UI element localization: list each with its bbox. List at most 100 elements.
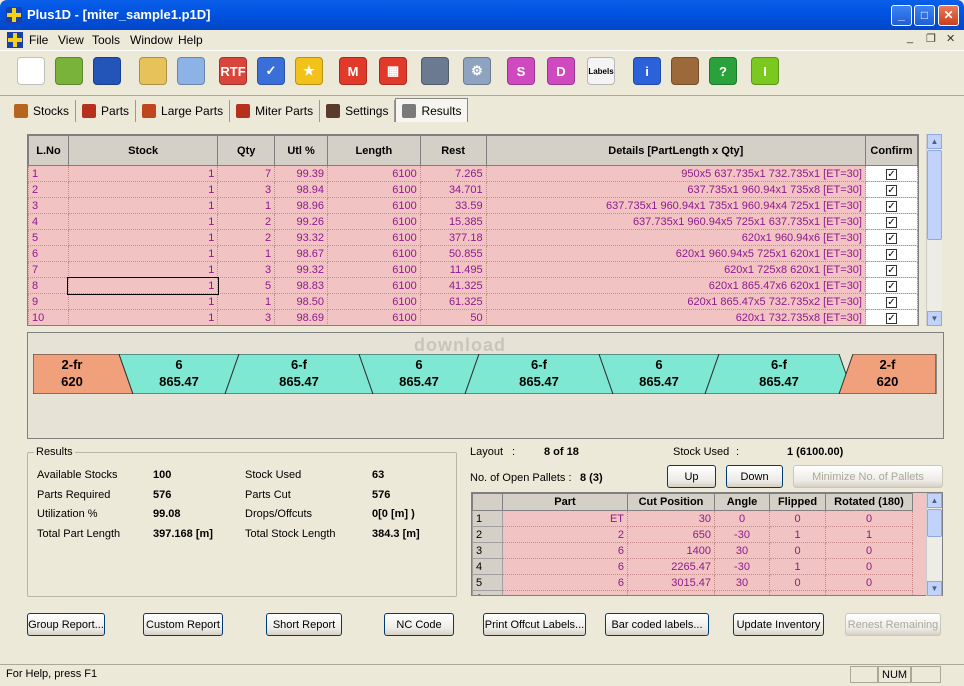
- column-header[interactable]: [472, 493, 503, 511]
- table-cell[interactable]: -30: [714, 526, 770, 543]
- table-cell[interactable]: 1: [217, 293, 276, 310]
- table-cell[interactable]: 377.18: [419, 229, 487, 246]
- miter-m-button[interactable]: M: [336, 53, 370, 89]
- menu-file[interactable]: File: [29, 33, 48, 47]
- group-report-button[interactable]: Group Report...: [27, 613, 105, 636]
- table-cell[interactable]: 1: [67, 181, 219, 198]
- tab-parts[interactable]: Parts: [76, 100, 137, 122]
- film-button[interactable]: [668, 53, 702, 89]
- column-header[interactable]: Cut Position: [627, 493, 715, 511]
- table-cell[interactable]: 6: [472, 590, 503, 595]
- table-cell[interactable]: 1: [67, 309, 219, 325]
- table-row[interactable]: 5 6 3015.47 30 0 0: [472, 574, 913, 591]
- column-header[interactable]: Angle: [714, 493, 770, 511]
- confirm-checkbox[interactable]: ✓: [885, 264, 897, 276]
- table-cell[interactable]: 1: [769, 526, 826, 543]
- table-cell[interactable]: 99.32: [274, 261, 329, 278]
- confirm-cell[interactable]: ✓: [864, 277, 918, 294]
- confirm-checkbox[interactable]: ✓: [885, 312, 897, 324]
- scroll-up-icon[interactable]: ▲: [927, 493, 942, 508]
- confirm-checkbox[interactable]: ✓: [885, 248, 897, 260]
- table-cell[interactable]: 7.265: [419, 165, 487, 182]
- confirm-checkbox[interactable]: ✓: [885, 296, 897, 308]
- table-cell[interactable]: 98.94: [274, 181, 329, 198]
- table-cell[interactable]: 99.39: [274, 165, 329, 182]
- confirm-cell[interactable]: ✓: [864, 293, 918, 310]
- table-cell[interactable]: 30: [714, 574, 770, 591]
- table-cell[interactable]: [627, 590, 715, 595]
- add-doc-button[interactable]: D: [544, 53, 578, 89]
- table-cell[interactable]: 1: [67, 197, 219, 214]
- table-cell[interactable]: 620x1 725x8 620x1 [ET=30]: [485, 261, 866, 278]
- up-button[interactable]: Up: [667, 465, 716, 488]
- table-cell[interactable]: 6100: [327, 245, 421, 262]
- confirm-cell[interactable]: ✓: [864, 165, 918, 182]
- mdi-minimize-button[interactable]: _: [907, 32, 913, 44]
- doc-icon[interactable]: [7, 32, 23, 48]
- renest-remaining-button[interactable]: Renest Remaining: [845, 613, 941, 636]
- confirm-checkbox[interactable]: ✓: [885, 232, 897, 244]
- table-cell[interactable]: 1: [67, 293, 219, 310]
- menu-help[interactable]: Help: [178, 33, 203, 47]
- confirm-checkbox[interactable]: ✓: [885, 168, 897, 180]
- table-cell[interactable]: 6: [502, 558, 628, 575]
- tab-miter-parts[interactable]: Miter Parts: [230, 100, 321, 122]
- star-button[interactable]: ★: [292, 53, 326, 89]
- table-cell[interactable]: 5: [28, 229, 69, 246]
- table-cell[interactable]: 3: [217, 181, 276, 198]
- table-row[interactable]: 6 1 1 98.67 6100 50.855 620x1 960.94x5 725x1 6…: [28, 245, 918, 262]
- menu-tools[interactable]: Tools: [92, 33, 120, 47]
- table-cell[interactable]: 0: [825, 574, 913, 591]
- confirm-checkbox[interactable]: ✓: [885, 216, 897, 228]
- table-row[interactable]: 4 6 2265.47 -30 1 0: [472, 558, 913, 575]
- table-cell[interactable]: 4: [472, 558, 503, 575]
- table-cell[interactable]: 3: [217, 261, 276, 278]
- table-row[interactable]: 1 1 7 99.39 6100 7.265 950x5 637.735x1 732.735…: [28, 165, 918, 182]
- tab-results[interactable]: Results: [395, 98, 469, 122]
- table-cell[interactable]: 1: [217, 197, 276, 214]
- tab-stocks[interactable]: Stocks: [8, 100, 77, 122]
- menu-view[interactable]: View: [58, 33, 84, 47]
- column-header[interactable]: Qty: [217, 135, 276, 166]
- menu-window[interactable]: Window: [130, 33, 173, 47]
- part-grid-scrollbar[interactable]: ▲ ▼: [926, 493, 942, 596]
- mdi-close-button[interactable]: ✕: [946, 32, 955, 45]
- table-cell[interactable]: 6100: [327, 181, 421, 198]
- close-window-button[interactable]: ✕: [938, 5, 959, 26]
- table-cell[interactable]: 30: [714, 542, 770, 559]
- column-header[interactable]: Rotated (180): [825, 493, 913, 511]
- help-button[interactable]: ?: [706, 53, 740, 89]
- table-cell[interactable]: 0: [769, 510, 826, 527]
- table-cell[interactable]: 98.69: [274, 309, 329, 325]
- table-cell[interactable]: 6100: [327, 277, 421, 294]
- table-cell[interactable]: 1: [67, 213, 219, 230]
- table-row[interactable]: 5 1 2 93.32 6100 377.18 620x1 960.94x6 [ET=30]…: [28, 229, 918, 246]
- table-cell[interactable]: 3: [472, 542, 503, 559]
- grid-scrollbar[interactable]: ▲ ▼: [926, 134, 942, 326]
- gear-run-button[interactable]: ⚙: [460, 53, 494, 89]
- rtf-report-button[interactable]: RTF: [216, 53, 250, 89]
- table-cell[interactable]: 6100: [327, 261, 421, 278]
- table-cell[interactable]: 620x1 960.94x5 725x1 620x1 [ET=30]: [485, 245, 866, 262]
- cut-positions-grid[interactable]: Part Cut Position Angle Flipped Rotated (180…: [471, 492, 943, 596]
- column-header[interactable]: Flipped: [769, 493, 826, 511]
- table-cell[interactable]: 1: [769, 558, 826, 575]
- column-header[interactable]: Stock: [67, 135, 219, 166]
- column-header[interactable]: Rest: [419, 135, 487, 166]
- table-cell[interactable]: 637.735x1 960.94x5 725x1 637.735x1 [ET=3…: [485, 213, 866, 230]
- table-cell[interactable]: 61.325: [419, 293, 487, 310]
- table-cell[interactable]: 6100: [327, 213, 421, 230]
- maximize-window-button[interactable]: □: [914, 5, 935, 26]
- table-cell[interactable]: 1: [67, 276, 219, 295]
- update-inventory-button[interactable]: Update Inventory: [733, 613, 824, 636]
- custom-report-button[interactable]: Custom Report: [143, 613, 223, 636]
- column-header[interactable]: Details [PartLength x Qty]: [485, 135, 866, 166]
- table-row[interactable]: 10 1 3 98.69 6100 50 620x1 732.735x8 [ET=30] ✓: [28, 309, 918, 325]
- checklist-button[interactable]: ✓: [254, 53, 288, 89]
- table-cell[interactable]: 7: [28, 261, 69, 278]
- table-cell[interactable]: 3: [217, 309, 276, 325]
- table-cell[interactable]: 0: [825, 542, 913, 559]
- table-cell[interactable]: 1: [472, 510, 503, 527]
- stock-doc-button[interactable]: S: [504, 53, 538, 89]
- table-cell[interactable]: 3015.47: [627, 574, 715, 591]
